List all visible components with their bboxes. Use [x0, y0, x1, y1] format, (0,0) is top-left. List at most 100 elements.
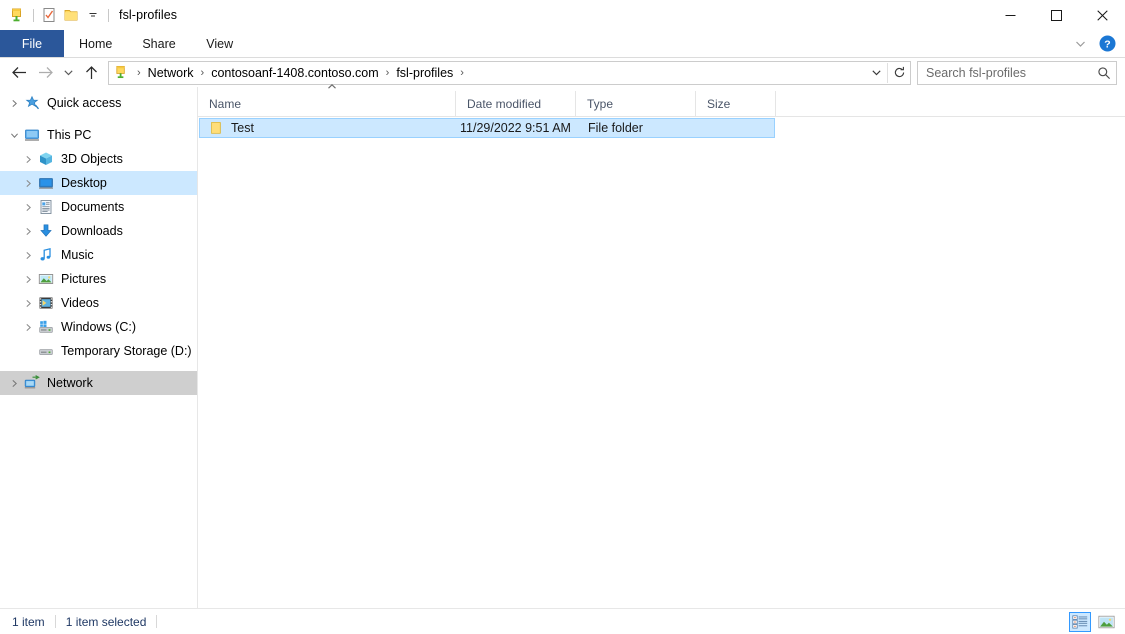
sidebar-item-downloads[interactable]: Downloads — [0, 219, 197, 243]
column-header-name[interactable]: Name — [198, 91, 456, 116]
breadcrumb-item-share[interactable]: fsl-profiles — [393, 64, 456, 82]
sidebar-item-label: Pictures — [56, 272, 106, 286]
chevron-right-icon[interactable] — [20, 203, 36, 212]
sidebar-item-music[interactable]: Music — [0, 243, 197, 267]
sidebar-item-quick-access[interactable]: Quick access — [0, 91, 197, 115]
column-headers: Name Date modified Type Size — [198, 91, 1125, 117]
close-button[interactable] — [1079, 0, 1125, 30]
breadcrumb-separator-1: › — [197, 67, 209, 79]
sidebar-item-label: Windows (C:) — [56, 320, 136, 334]
breadcrumb-item-server[interactable]: contosoanf-1408.contoso.com — [208, 64, 381, 82]
breadcrumb-separator-0: › — [133, 67, 145, 79]
sidebar-item-label: Temporary Storage (D:) — [56, 344, 192, 358]
tab-home[interactable]: Home — [64, 30, 127, 57]
previous-locations-chevron-icon[interactable] — [865, 63, 887, 83]
chevron-down-icon[interactable] — [6, 131, 22, 140]
minimize-button[interactable] — [987, 0, 1033, 30]
sidebar-item-desktop[interactable]: Desktop — [0, 171, 197, 195]
breadcrumb: › Network › contosoanf-1408.contoso.com … — [133, 64, 865, 82]
sidebar-item-label: Desktop — [56, 176, 107, 190]
column-header-label: Name — [209, 97, 241, 111]
drive-windows-icon — [36, 319, 56, 335]
sort-ascending-icon — [326, 83, 338, 93]
desktop-icon — [36, 175, 56, 191]
title-bar: fsl-profiles — [0, 0, 1125, 30]
sidebar-item-this-pc[interactable]: This PC — [0, 123, 197, 147]
chevron-right-icon[interactable] — [20, 179, 36, 188]
quick-access-toolbar: fsl-profiles — [0, 0, 177, 30]
chevron-right-icon[interactable] — [20, 227, 36, 236]
chevron-right-icon[interactable] — [20, 323, 36, 332]
window-controls — [987, 0, 1125, 30]
file-name-label: Test — [231, 121, 254, 135]
navigation-pane: Quick access This PC — [0, 87, 198, 608]
search-icon[interactable] — [1092, 66, 1116, 80]
window-title: fsl-profiles — [119, 8, 177, 22]
sidebar-item-label: 3D Objects — [56, 152, 123, 166]
network-icon — [22, 375, 42, 391]
breadcrumb-item-network[interactable]: Network — [145, 64, 197, 82]
column-header-label: Size — [707, 97, 730, 111]
up-button[interactable] — [78, 61, 104, 85]
cell-date-modified: 11/29/2022 9:51 AM — [458, 121, 578, 135]
recent-locations-button[interactable] — [58, 61, 78, 85]
address-bar[interactable]: › Network › contosoanf-1408.contoso.com … — [108, 61, 911, 85]
chevron-right-icon[interactable] — [20, 251, 36, 260]
properties-icon[interactable] — [38, 4, 60, 26]
chevron-right-icon[interactable] — [20, 275, 36, 284]
chevron-right-icon[interactable] — [6, 99, 22, 108]
chevron-right-icon[interactable] — [6, 379, 22, 388]
column-header-label: Date modified — [467, 97, 541, 111]
breadcrumb-separator-2: › — [382, 67, 394, 79]
forward-button[interactable] — [32, 61, 58, 85]
status-item-count: 1 item — [12, 615, 45, 629]
back-button[interactable] — [6, 61, 32, 85]
customize-quick-access-chevron-icon[interactable] — [82, 4, 104, 26]
documents-icon — [36, 199, 56, 215]
tab-view[interactable]: View — [191, 30, 249, 57]
sidebar-item-3d-objects[interactable]: 3D Objects — [0, 147, 197, 171]
sidebar-item-windows-c[interactable]: Windows (C:) — [0, 315, 197, 339]
details-view-button[interactable] — [1069, 612, 1091, 632]
column-header-type[interactable]: Type — [576, 91, 696, 116]
sidebar-item-documents[interactable]: Documents — [0, 195, 197, 219]
sidebar-item-label: Downloads — [56, 224, 123, 238]
address-bar-actions — [865, 62, 910, 84]
sidebar-item-pictures[interactable]: Pictures — [0, 267, 197, 291]
ribbon-tab-bar: File Home Share View ? — [0, 30, 1125, 58]
large-icons-view-button[interactable] — [1095, 612, 1117, 632]
drive-icon — [36, 343, 56, 359]
ribbon-right-controls: ? — [1069, 30, 1121, 57]
file-rows: Test 11/29/2022 9:51 AM File folder — [198, 117, 1125, 608]
computer-icon — [22, 127, 42, 143]
cell-name: Test — [200, 120, 458, 136]
search-input[interactable] — [918, 66, 1092, 80]
refresh-icon[interactable] — [888, 63, 910, 83]
column-header-label: Type — [587, 97, 613, 111]
svg-text:?: ? — [1104, 38, 1110, 50]
chevron-right-icon[interactable] — [20, 299, 36, 308]
tab-file[interactable]: File — [0, 30, 64, 57]
help-icon[interactable]: ? — [1097, 34, 1117, 54]
search-box[interactable] — [917, 61, 1117, 85]
file-list-pane: Name Date modified Type Size — [198, 87, 1125, 608]
tab-share[interactable]: Share — [127, 30, 190, 57]
new-folder-icon[interactable] — [60, 4, 82, 26]
status-divider-1 — [55, 615, 56, 628]
column-header-date-modified[interactable]: Date modified — [456, 91, 576, 116]
sidebar-item-temporary-storage-d[interactable]: Temporary Storage (D:) — [0, 339, 197, 363]
chevron-down-icon[interactable] — [1069, 33, 1091, 55]
maximize-button[interactable] — [1033, 0, 1079, 30]
status-divider-2 — [156, 615, 157, 628]
file-explorer-window: fsl-profiles File Home Share View — [0, 0, 1125, 634]
pin-to-quick-access-icon[interactable] — [7, 4, 29, 26]
explorer-body: Quick access This PC — [0, 87, 1125, 608]
table-row[interactable]: Test 11/29/2022 9:51 AM File folder — [199, 118, 775, 138]
column-header-size[interactable]: Size — [696, 91, 776, 116]
sidebar-item-videos[interactable]: Videos — [0, 291, 197, 315]
videos-icon — [36, 295, 56, 311]
sidebar-item-label: Network — [42, 376, 93, 390]
chevron-right-icon[interactable] — [20, 155, 36, 164]
sidebar-item-network[interactable]: Network — [0, 371, 197, 395]
sidebar-item-label: Videos — [56, 296, 99, 310]
